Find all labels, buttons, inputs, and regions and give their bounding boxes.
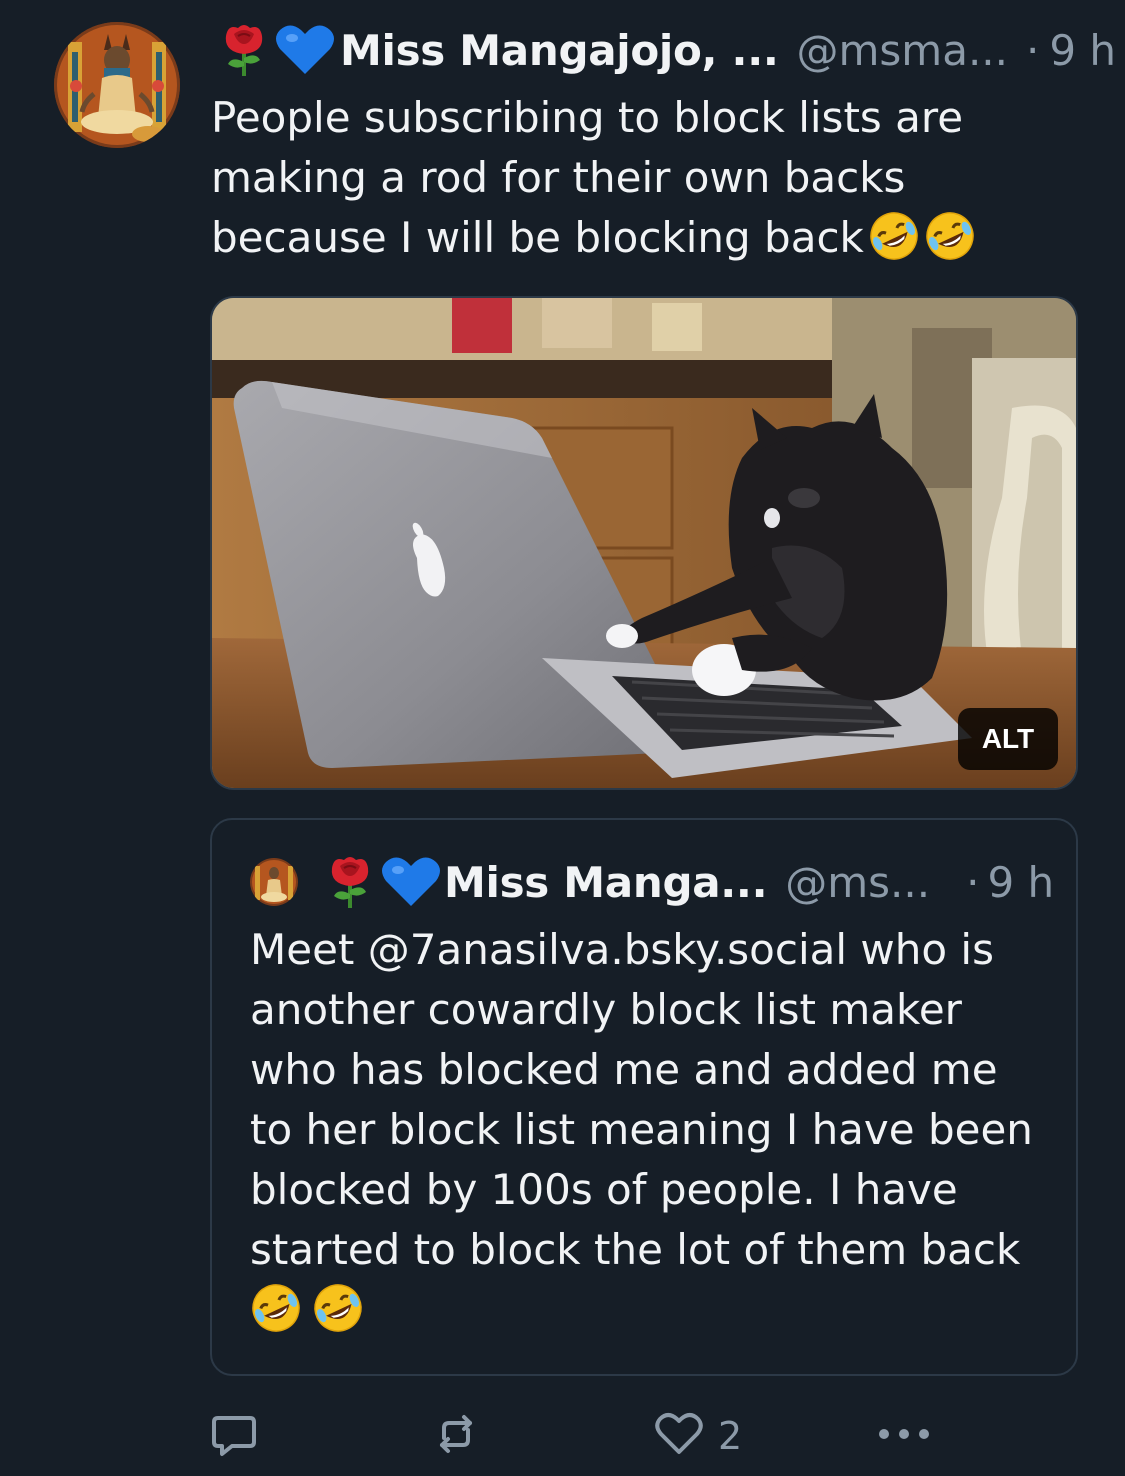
heart-icon (654, 1410, 704, 1462)
reply-button[interactable] (210, 1404, 258, 1468)
post-actions: 2 (210, 1404, 1090, 1468)
rofl-emoji-icon (924, 210, 976, 262)
rose-emoji-icon (320, 854, 380, 910)
cat-typing-on-laptop-image (212, 298, 1076, 788)
like-button[interactable]: 2 (654, 1404, 742, 1468)
reply-icon (210, 1410, 258, 1462)
quoted-post-timestamp[interactable]: 9 h (987, 858, 1054, 907)
blue-heart-emoji-icon (274, 22, 336, 78)
post-header: Miss Mangajojo, ... @msma... · 9 h (214, 22, 1116, 78)
quoted-author-display-name[interactable]: Miss Manga... (444, 858, 768, 907)
post-image[interactable]: ALT (210, 296, 1078, 790)
repost-icon (432, 1410, 480, 1462)
blue-heart-emoji-icon (380, 854, 442, 910)
alt-text-badge[interactable]: ALT (958, 708, 1058, 770)
quoted-post-header: Miss Manga... @ms... · 9 h (250, 854, 1054, 910)
quoted-post-body: Meet @7anasilva.bsky.social who is anoth… (250, 920, 1050, 1340)
rofl-emoji-icon (250, 1282, 302, 1334)
separator-dot: · (1026, 25, 1040, 75)
rofl-emoji-icon (312, 1282, 364, 1334)
quoted-author-handle[interactable]: @ms... (785, 858, 930, 907)
post-timestamp[interactable]: 9 h (1049, 26, 1116, 75)
quoted-author-avatar[interactable] (250, 858, 298, 906)
rose-emoji-icon (214, 22, 274, 78)
author-avatar[interactable] (54, 22, 180, 148)
repost-button[interactable] (432, 1404, 480, 1468)
separator-dot: · (966, 857, 980, 907)
more-icon (876, 1424, 932, 1448)
rofl-emoji-icon (868, 210, 920, 262)
more-options-button[interactable] (876, 1404, 932, 1468)
post-text: People subscribing to block lists are ma… (211, 93, 964, 262)
like-count: 2 (718, 1414, 743, 1458)
author-handle[interactable]: @msma... (797, 26, 1009, 75)
quoted-post[interactable]: Miss Manga... @ms... · 9 h Meet @7anasil… (210, 818, 1078, 1376)
post-body: People subscribing to block lists are ma… (211, 88, 1091, 268)
author-display-name[interactable]: Miss Mangajojo, ... (340, 26, 779, 75)
quoted-post-text: Meet @7anasilva.bsky.social who is anoth… (250, 925, 1033, 1274)
